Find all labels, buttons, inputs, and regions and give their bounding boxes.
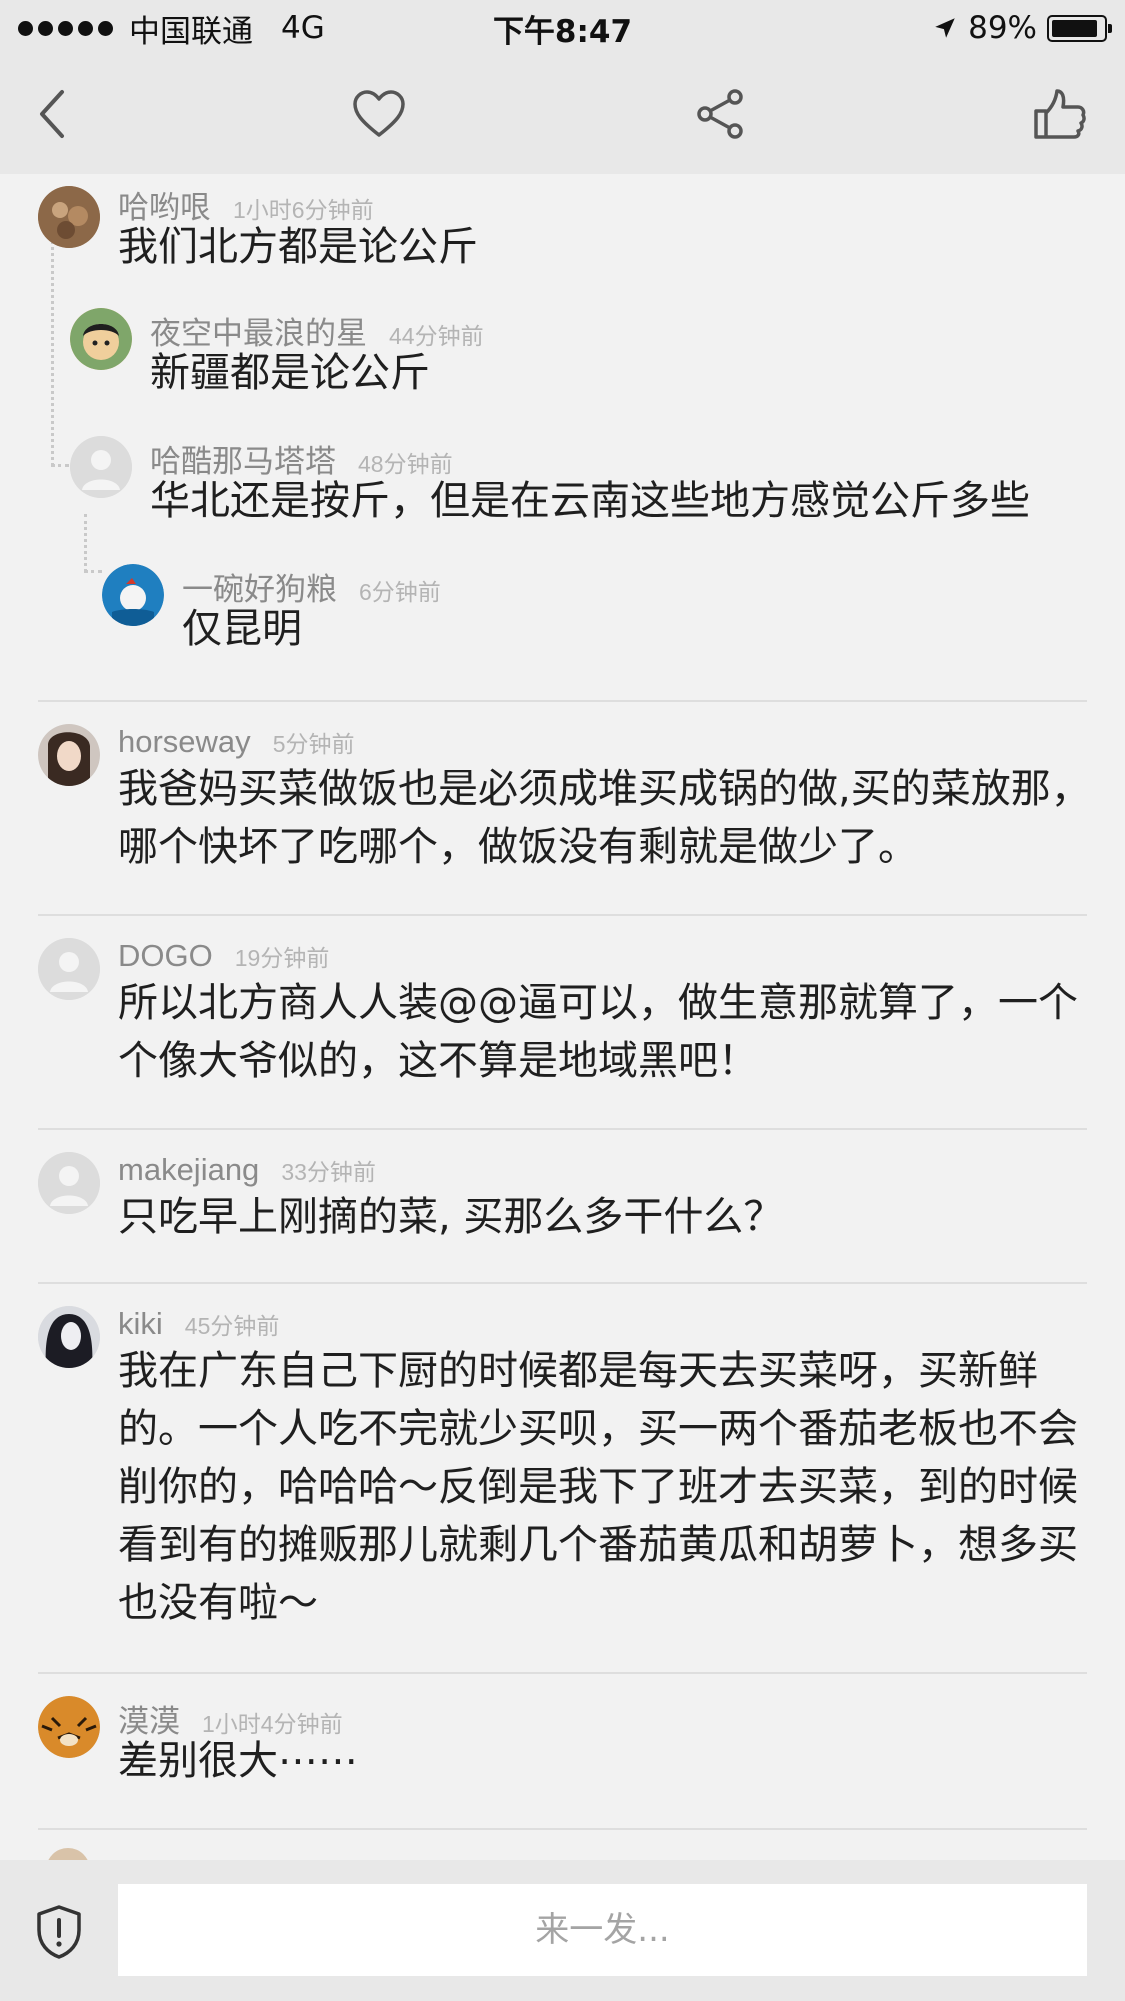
location-arrow-icon bbox=[935, 18, 955, 38]
battery-percent: 89% bbox=[968, 10, 1037, 46]
comment-time: 33分钟前 bbox=[281, 1159, 376, 1185]
avatar[interactable] bbox=[70, 308, 132, 370]
back-icon bbox=[40, 90, 64, 138]
comment-text: 新疆都是论公斤 bbox=[150, 350, 430, 396]
favorite-button[interactable] bbox=[347, 82, 411, 146]
comment-item[interactable]: kiki 45分钟前 我在广东自己下厨的时候都是每天去买菜呀，买新鲜的。一个人吃… bbox=[0, 1284, 1125, 1672]
comment-time: 6分钟前 bbox=[359, 579, 441, 605]
comment-meta: 漠漠 1小时4分钟前 bbox=[118, 1674, 1105, 1739]
comment-item[interactable]: 一碗好狗粮 6分钟前 仅昆明 bbox=[0, 534, 1125, 702]
comment-item[interactable]: DOGO 19分钟前 所以北方商人人装@@逼可以，做生意那就算了，一个个像大爷似… bbox=[0, 916, 1125, 1132]
comment-text: 我爸妈买菜做饭也是必须成堆买成锅的做,买的菜放那，哪个快坏了吃哪个，做饭没有剩就… bbox=[118, 766, 1091, 870]
shield-icon[interactable] bbox=[34, 1904, 84, 1960]
comment-input[interactable] bbox=[118, 1884, 1087, 1976]
default-avatar-icon[interactable] bbox=[38, 1152, 100, 1214]
battery-level bbox=[1052, 19, 1097, 37]
comment-text: 我们北方都是论公斤 bbox=[118, 224, 478, 270]
share-button[interactable] bbox=[688, 82, 752, 146]
comment-meta: 夜空中最浪的星 44分钟前 bbox=[150, 278, 1105, 351]
nav-bar bbox=[0, 56, 1125, 174]
comment-item[interactable]: 哈酷那马塔塔 48分钟前 华北还是按斤，但是在云南这些地方感觉公斤多些 bbox=[0, 406, 1125, 534]
comment-text: 我在广东自己下厨的时候都是每天去买菜呀，买新鲜的。一个人吃不完就少买呗，买一两个… bbox=[118, 1348, 1078, 1626]
comment-meta: 哈哟哏 1小时6分钟前 bbox=[118, 174, 1105, 225]
default-avatar-icon[interactable] bbox=[70, 436, 132, 498]
comment-meta: DOGO 19分钟前 bbox=[118, 916, 1105, 974]
comment-username[interactable]: horseway bbox=[118, 724, 251, 760]
comment-list[interactable]: 哈哟哏 1小时6分钟前 我们北方都是论公斤 夜空中最浪的星 44分钟前 新疆都是… bbox=[0, 174, 1125, 1860]
comment-text: 所以北方商人人装@@逼可以，做生意那就算了，一个个像大爷似的，这不算是地域黑吧！ bbox=[118, 980, 1078, 1084]
share-icon bbox=[697, 89, 743, 139]
divider bbox=[38, 1828, 1087, 1830]
avatar[interactable] bbox=[46, 1848, 90, 1860]
comment-meta: 一碗好狗粮 6分钟前 bbox=[182, 534, 1105, 607]
comment-text: 差别很大⋯⋯ bbox=[118, 1738, 358, 1784]
default-avatar-icon[interactable] bbox=[38, 938, 100, 1000]
comment-time: 19分钟前 bbox=[234, 945, 330, 971]
comment-item[interactable]: 夜空中最浪的星 44分钟前 新疆都是论公斤 bbox=[0, 278, 1125, 406]
avatar[interactable] bbox=[38, 1306, 100, 1368]
comment-item[interactable]: 漠漠 1小时4分钟前 差别很大⋯⋯ bbox=[0, 1674, 1125, 1828]
status-left: 中国联通 4G bbox=[18, 6, 325, 51]
comment-text: 华北还是按斤，但是在云南这些地方感觉公斤多些 bbox=[150, 478, 1030, 524]
avatar[interactable] bbox=[38, 1696, 100, 1758]
back-button[interactable] bbox=[20, 82, 84, 146]
comment-item[interactable]: 哈哟哏 1小时6分钟前 我们北方都是论公斤 bbox=[0, 174, 1125, 278]
like-button[interactable] bbox=[1028, 82, 1092, 146]
comment-meta: kiki 45分钟前 bbox=[118, 1284, 1105, 1342]
network-label: 4G bbox=[281, 10, 325, 46]
carrier-label: 中国联通 bbox=[129, 13, 253, 50]
heart-icon bbox=[353, 90, 405, 137]
avatar[interactable] bbox=[102, 564, 164, 626]
comment-username[interactable]: kiki bbox=[118, 1306, 163, 1342]
comment-item[interactable]: horseway 5分钟前 我爸妈买菜做饭也是必须成堆买成锅的做,买的菜放那，哪… bbox=[0, 702, 1125, 918]
status-right: 89% bbox=[932, 10, 1112, 46]
comment-username[interactable]: DOGO bbox=[118, 938, 213, 974]
avatar[interactable] bbox=[38, 186, 100, 248]
comment-meta: horseway 5分钟前 bbox=[118, 702, 1105, 760]
comment-composer-bar bbox=[0, 1860, 1125, 2001]
signal-strength-icon bbox=[18, 20, 113, 36]
status-bar: 中国联通 4G 下午8:47 89% bbox=[0, 0, 1125, 56]
comment-text: 只吃早上刚摘的菜, 买那么多干什么？ bbox=[118, 1194, 784, 1240]
comment-meta: 哈酷那马塔塔 48分钟前 bbox=[150, 406, 1105, 479]
avatar[interactable] bbox=[38, 724, 100, 786]
comment-item[interactable]: makejiang 33分钟前 只吃早上刚摘的菜, 买那么多干什么？ bbox=[0, 1130, 1125, 1286]
thumbs-up-icon bbox=[1034, 89, 1086, 139]
comment-time: 45分钟前 bbox=[184, 1313, 280, 1339]
comment-username[interactable]: makejiang bbox=[118, 1152, 259, 1188]
comment-meta: makejiang 33分钟前 bbox=[118, 1130, 1105, 1188]
comment-time: 5分钟前 bbox=[272, 731, 355, 757]
battery-icon bbox=[1047, 14, 1112, 42]
